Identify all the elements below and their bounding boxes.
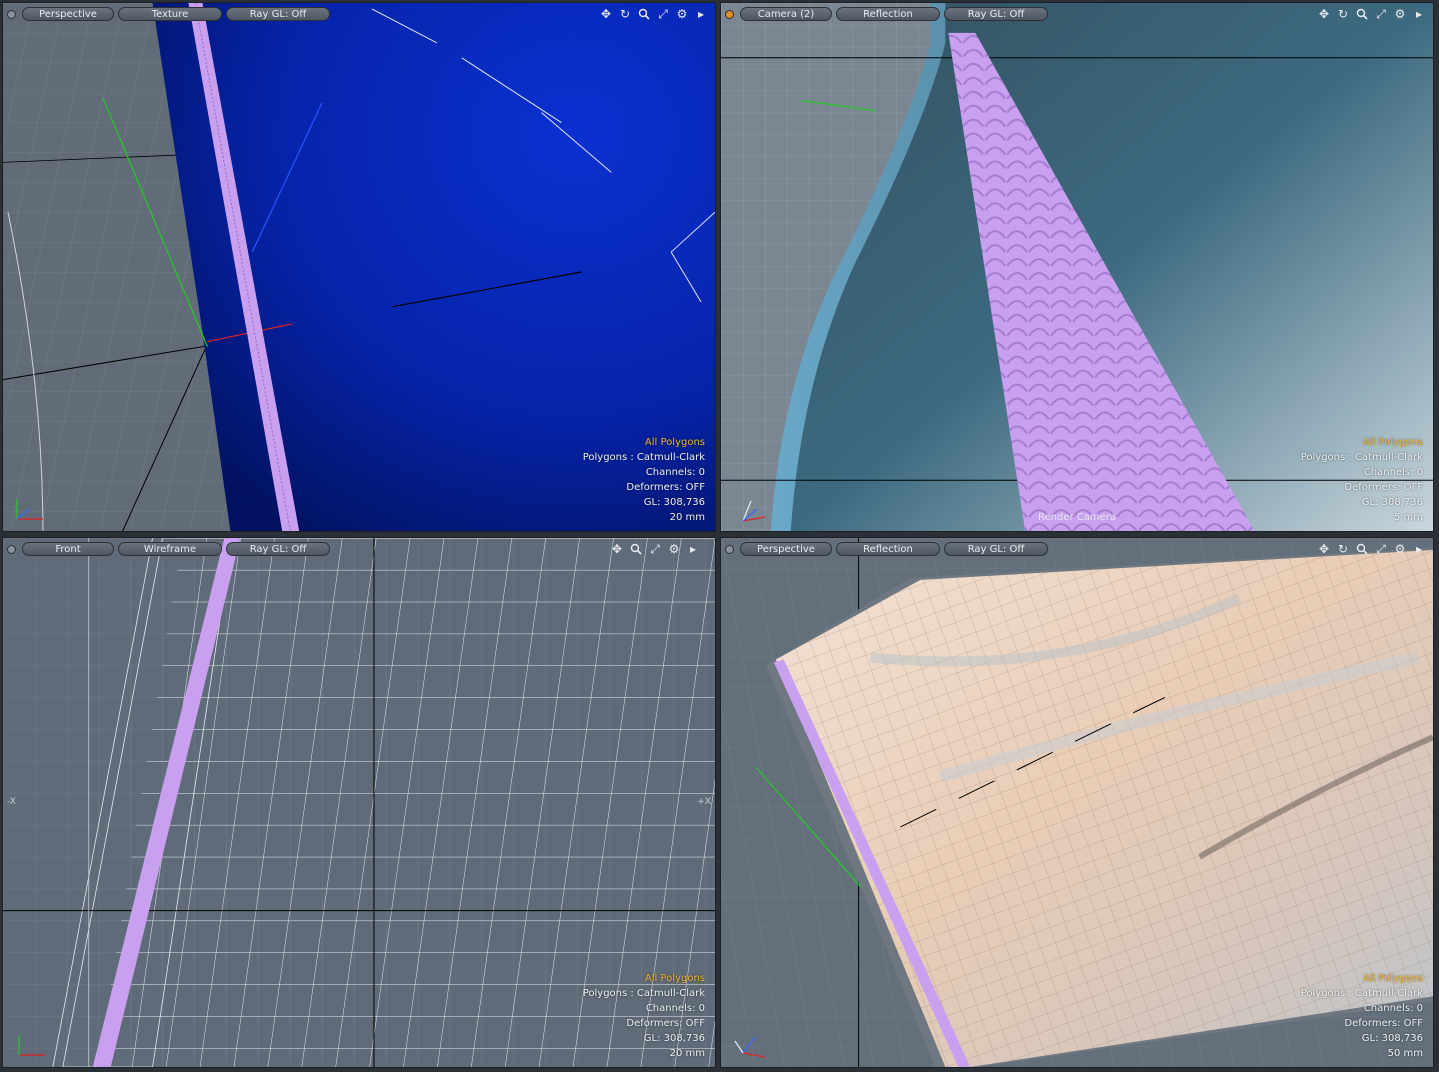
channels-label: Channels: 0 [1363, 1003, 1423, 1014]
viewport-front-wireframe[interactable]: Front Wireframe Ray GL: Off ✥ ⤢ ⚙ ▸ -X +… [2, 537, 716, 1068]
move-icon[interactable]: ✥ [609, 541, 625, 557]
viewport-info-overlay: All Polygons Polygons : Catmull-Clark Ch… [583, 435, 705, 525]
viewport-tools: ✥ ↻ ⤢ ⚙ ▸ [1316, 6, 1427, 22]
viewport-info-overlay: All Polygons Polygons : Catmull-Clark Ch… [1301, 435, 1423, 525]
gl-count-label: GL: 308,736 [643, 1033, 705, 1044]
rotate-icon[interactable]: ↻ [617, 6, 633, 22]
maximize-icon[interactable]: ⤢ [647, 541, 663, 557]
selection-mode-label[interactable]: All Polygons [1301, 435, 1423, 450]
viewport-tools: ✥ ⤢ ⚙ ▸ [609, 541, 701, 557]
viewport-perspective-texture[interactable]: Perspective Texture Ray GL: Off ✥ ↻ ⤢ ⚙ … [2, 2, 716, 532]
viewport-tools: ✥ ↻ ⤢ ⚙ ▸ [1316, 541, 1427, 557]
move-icon[interactable]: ✥ [1316, 6, 1332, 22]
gl-count-label: GL: 308,736 [1361, 497, 1423, 508]
viewport-state-dot[interactable] [7, 544, 16, 554]
shading-mode-dropdown[interactable]: Reflection [836, 7, 940, 21]
viewport-perspective-reflection[interactable]: Perspective Reflection Ray GL: Off ✥ ↻ ⤢… [720, 537, 1434, 1068]
raygl-dropdown[interactable]: Ray GL: Off [226, 542, 330, 556]
maximize-icon[interactable]: ⤢ [655, 6, 671, 22]
rotate-icon[interactable]: ↻ [1335, 6, 1351, 22]
rotate-icon[interactable]: ↻ [1335, 541, 1351, 557]
viewport-state-dot[interactable] [7, 9, 16, 19]
zoom-icon[interactable] [628, 541, 644, 557]
viewport-info-overlay: All Polygons Polygons : Catmull-Clark Ch… [1301, 971, 1423, 1061]
maximize-icon[interactable]: ⤢ [1373, 541, 1389, 557]
viewport-active-dot[interactable] [725, 9, 734, 19]
maximize-icon[interactable]: ⤢ [1373, 6, 1389, 22]
polygons-label: Polygons : Catmull-Clark [582, 452, 705, 463]
viewport-tools: ✥ ↻ ⤢ ⚙ ▸ [598, 6, 709, 22]
grid-scale-label: 20 mm [669, 1048, 705, 1059]
zoom-icon[interactable] [1354, 541, 1370, 557]
view-type-dropdown[interactable]: Front [22, 542, 114, 556]
polygons-label: Polygons : Catmull-Clark [1300, 452, 1423, 463]
move-icon[interactable]: ✥ [1316, 541, 1332, 557]
expand-arrow-icon[interactable]: ▸ [693, 6, 709, 22]
shading-mode-dropdown[interactable]: Wireframe [118, 542, 222, 556]
expand-arrow-icon[interactable]: ▸ [1411, 6, 1427, 22]
zoom-icon[interactable] [1354, 6, 1370, 22]
channels-label: Channels: 0 [645, 467, 705, 478]
axis-gizmo-icon [18, 1035, 45, 1056]
zoom-icon[interactable] [636, 6, 652, 22]
gear-icon[interactable]: ⚙ [1392, 541, 1408, 557]
raygl-dropdown[interactable]: Ray GL: Off [944, 542, 1048, 556]
polygons-label: Polygons : Catmull-Clark [1300, 988, 1423, 999]
viewport-state-dot[interactable] [725, 544, 734, 554]
gl-count-label: GL: 308,736 [643, 497, 705, 508]
gear-icon[interactable]: ⚙ [666, 541, 682, 557]
axis-plus-x-label: +X [697, 797, 711, 807]
deformers-label: Deformers: OFF [626, 1018, 705, 1029]
selection-mode-label[interactable]: All Polygons [1301, 971, 1423, 986]
gear-icon[interactable]: ⚙ [1392, 6, 1408, 22]
selection-mode-label[interactable]: All Polygons [583, 971, 705, 986]
view-type-dropdown[interactable]: Perspective [22, 7, 114, 21]
shading-mode-dropdown[interactable]: Reflection [836, 542, 940, 556]
axis-minus-x-label: -X [7, 797, 16, 807]
polygons-label: Polygons : Catmull-Clark [582, 988, 705, 999]
shading-mode-dropdown[interactable]: Texture [118, 7, 222, 21]
expand-arrow-icon[interactable]: ▸ [1411, 541, 1427, 557]
viewport-info-overlay: All Polygons Polygons : Catmull-Clark Ch… [583, 971, 705, 1061]
channels-label: Channels: 0 [1363, 467, 1423, 478]
grid-scale-label: 50 mm [1387, 1048, 1423, 1059]
grid-scale-label: 20 mm [669, 512, 705, 523]
deformers-label: Deformers: OFF [626, 482, 705, 493]
axis-gizmo-icon [16, 499, 43, 520]
view-type-dropdown[interactable]: Perspective [740, 542, 832, 556]
raygl-dropdown[interactable]: Ray GL: Off [944, 7, 1048, 21]
channels-label: Channels: 0 [645, 1003, 705, 1014]
view-type-dropdown[interactable]: Camera (2) [740, 7, 832, 21]
gl-count-label: GL: 308,736 [1361, 1033, 1423, 1044]
deformers-label: Deformers: OFF [1344, 482, 1423, 493]
axis-gizmo-icon [734, 1036, 766, 1058]
move-icon[interactable]: ✥ [598, 6, 614, 22]
deformers-label: Deformers: OFF [1344, 1018, 1423, 1029]
viewport-camera-reflection[interactable]: Camera (2) Reflection Ray GL: Off ✥ ↻ ⤢ … [720, 2, 1434, 532]
raygl-dropdown[interactable]: Ray GL: Off [226, 7, 330, 21]
gear-icon[interactable]: ⚙ [674, 6, 690, 22]
grid-scale-label: 5 mm [1393, 512, 1423, 523]
expand-arrow-icon[interactable]: ▸ [685, 541, 701, 557]
selection-mode-label[interactable]: All Polygons [583, 435, 705, 450]
